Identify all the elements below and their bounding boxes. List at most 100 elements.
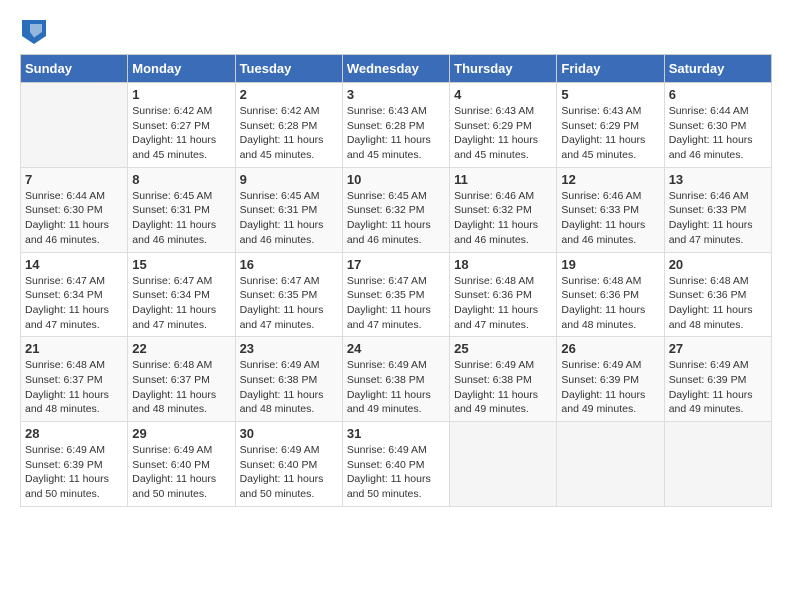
day-info: Sunrise: 6:49 AMSunset: 6:39 PMDaylight:… xyxy=(669,358,767,417)
day-info: Sunrise: 6:49 AMSunset: 6:38 PMDaylight:… xyxy=(454,358,552,417)
day-number: 2 xyxy=(240,87,338,102)
calendar-cell: 3 Sunrise: 6:43 AMSunset: 6:28 PMDaylight… xyxy=(342,83,449,168)
calendar-cell: 17 Sunrise: 6:47 AMSunset: 6:35 PMDayligh… xyxy=(342,252,449,337)
day-info: Sunrise: 6:49 AMSunset: 6:38 PMDaylight:… xyxy=(347,358,445,417)
calendar-cell: 26 Sunrise: 6:49 AMSunset: 6:39 PMDayligh… xyxy=(557,337,664,422)
calendar-cell: 15 Sunrise: 6:47 AMSunset: 6:34 PMDayligh… xyxy=(128,252,235,337)
day-info: Sunrise: 6:49 AMSunset: 6:39 PMDaylight:… xyxy=(561,358,659,417)
calendar-cell: 13 Sunrise: 6:46 AMSunset: 6:33 PMDayligh… xyxy=(664,167,771,252)
day-number: 6 xyxy=(669,87,767,102)
day-number: 5 xyxy=(561,87,659,102)
logo-icon xyxy=(22,20,46,44)
day-number: 10 xyxy=(347,172,445,187)
day-info: Sunrise: 6:48 AMSunset: 6:36 PMDaylight:… xyxy=(454,274,552,333)
day-info: Sunrise: 6:45 AMSunset: 6:32 PMDaylight:… xyxy=(347,189,445,248)
day-number: 31 xyxy=(347,426,445,441)
calendar-cell: 5 Sunrise: 6:43 AMSunset: 6:29 PMDaylight… xyxy=(557,83,664,168)
day-number: 11 xyxy=(454,172,552,187)
calendar-header-row: SundayMondayTuesdayWednesdayThursdayFrid… xyxy=(21,55,772,83)
day-number: 8 xyxy=(132,172,230,187)
day-number: 29 xyxy=(132,426,230,441)
calendar-table: SundayMondayTuesdayWednesdayThursdayFrid… xyxy=(20,54,772,507)
calendar-cell: 28 Sunrise: 6:49 AMSunset: 6:39 PMDayligh… xyxy=(21,422,128,507)
day-number: 28 xyxy=(25,426,123,441)
day-info: Sunrise: 6:45 AMSunset: 6:31 PMDaylight:… xyxy=(240,189,338,248)
day-info: Sunrise: 6:43 AMSunset: 6:29 PMDaylight:… xyxy=(561,104,659,163)
calendar-cell: 4Sunrise: 6:43 AMSunset: 6:29 PMDaylight… xyxy=(450,83,557,168)
calendar-cell xyxy=(21,83,128,168)
day-number: 9 xyxy=(240,172,338,187)
calendar-cell: 6 Sunrise: 6:44 AMSunset: 6:30 PMDaylight… xyxy=(664,83,771,168)
page-header xyxy=(20,20,772,44)
calendar-cell: 24 Sunrise: 6:49 AMSunset: 6:38 PMDayligh… xyxy=(342,337,449,422)
calendar-week-row: 7Sunrise: 6:44 AMSunset: 6:30 PMDaylight… xyxy=(21,167,772,252)
calendar-cell: 16Sunrise: 6:47 AMSunset: 6:35 PMDayligh… xyxy=(235,252,342,337)
calendar-cell: 20 Sunrise: 6:48 AMSunset: 6:36 PMDayligh… xyxy=(664,252,771,337)
day-info: Sunrise: 6:46 AMSunset: 6:33 PMDaylight:… xyxy=(561,189,659,248)
calendar-cell: 18 Sunrise: 6:48 AMSunset: 6:36 PMDayligh… xyxy=(450,252,557,337)
calendar-cell: 27 Sunrise: 6:49 AMSunset: 6:39 PMDayligh… xyxy=(664,337,771,422)
day-number: 7 xyxy=(25,172,123,187)
calendar-cell xyxy=(557,422,664,507)
day-info: Sunrise: 6:47 AMSunset: 6:34 PMDaylight:… xyxy=(25,274,123,333)
day-info: Sunrise: 6:46 AMSunset: 6:32 PMDaylight:… xyxy=(454,189,552,248)
day-info: Sunrise: 6:47 AMSunset: 6:35 PMDaylight:… xyxy=(347,274,445,333)
calendar-cell xyxy=(450,422,557,507)
day-info: Sunrise: 6:42 AMSunset: 6:27 PMDaylight:… xyxy=(132,104,230,163)
logo xyxy=(20,20,46,44)
day-number: 30 xyxy=(240,426,338,441)
day-number: 25 xyxy=(454,341,552,356)
calendar-cell: 2 Sunrise: 6:42 AMSunset: 6:28 PMDaylight… xyxy=(235,83,342,168)
day-number: 27 xyxy=(669,341,767,356)
calendar-cell: 11 Sunrise: 6:46 AMSunset: 6:32 PMDayligh… xyxy=(450,167,557,252)
calendar-week-row: 1 Sunrise: 6:42 AMSunset: 6:27 PMDaylight… xyxy=(21,83,772,168)
day-number: 18 xyxy=(454,257,552,272)
header-monday: Monday xyxy=(128,55,235,83)
calendar-week-row: 28 Sunrise: 6:49 AMSunset: 6:39 PMDayligh… xyxy=(21,422,772,507)
day-number: 24 xyxy=(347,341,445,356)
day-number: 17 xyxy=(347,257,445,272)
calendar-cell: 14 Sunrise: 6:47 AMSunset: 6:34 PMDayligh… xyxy=(21,252,128,337)
day-number: 23 xyxy=(240,341,338,356)
day-number: 14 xyxy=(25,257,123,272)
day-info: Sunrise: 6:47 AMSunset: 6:34 PMDaylight:… xyxy=(132,274,230,333)
calendar-cell: 8 Sunrise: 6:45 AMSunset: 6:31 PMDaylight… xyxy=(128,167,235,252)
calendar-cell: 23 Sunrise: 6:49 AMSunset: 6:38 PMDayligh… xyxy=(235,337,342,422)
day-info: Sunrise: 6:44 AMSunset: 6:30 PMDaylight:… xyxy=(669,104,767,163)
calendar-cell: 19Sunrise: 6:48 AMSunset: 6:36 PMDayligh… xyxy=(557,252,664,337)
day-info: Sunrise: 6:48 AMSunset: 6:37 PMDaylight:… xyxy=(25,358,123,417)
calendar-cell: 31Sunrise: 6:49 AMSunset: 6:40 PMDayligh… xyxy=(342,422,449,507)
day-info: Sunrise: 6:47 AMSunset: 6:35 PMDaylight:… xyxy=(240,274,338,333)
day-number: 13 xyxy=(669,172,767,187)
day-info: Sunrise: 6:42 AMSunset: 6:28 PMDaylight:… xyxy=(240,104,338,163)
calendar-week-row: 21Sunrise: 6:48 AMSunset: 6:37 PMDayligh… xyxy=(21,337,772,422)
day-info: Sunrise: 6:45 AMSunset: 6:31 PMDaylight:… xyxy=(132,189,230,248)
day-number: 4 xyxy=(454,87,552,102)
day-info: Sunrise: 6:49 AMSunset: 6:39 PMDaylight:… xyxy=(25,443,123,502)
day-number: 15 xyxy=(132,257,230,272)
day-number: 20 xyxy=(669,257,767,272)
calendar-cell: 21Sunrise: 6:48 AMSunset: 6:37 PMDayligh… xyxy=(21,337,128,422)
day-info: Sunrise: 6:48 AMSunset: 6:36 PMDaylight:… xyxy=(669,274,767,333)
day-info: Sunrise: 6:49 AMSunset: 6:40 PMDaylight:… xyxy=(240,443,338,502)
day-info: Sunrise: 6:49 AMSunset: 6:40 PMDaylight:… xyxy=(132,443,230,502)
day-number: 26 xyxy=(561,341,659,356)
day-number: 3 xyxy=(347,87,445,102)
day-number: 19 xyxy=(561,257,659,272)
calendar-week-row: 14 Sunrise: 6:47 AMSunset: 6:34 PMDayligh… xyxy=(21,252,772,337)
calendar-cell: 30 Sunrise: 6:49 AMSunset: 6:40 PMDayligh… xyxy=(235,422,342,507)
day-info: Sunrise: 6:43 AMSunset: 6:28 PMDaylight:… xyxy=(347,104,445,163)
header-saturday: Saturday xyxy=(664,55,771,83)
day-number: 1 xyxy=(132,87,230,102)
calendar-cell: 29 Sunrise: 6:49 AMSunset: 6:40 PMDayligh… xyxy=(128,422,235,507)
calendar-cell: 1 Sunrise: 6:42 AMSunset: 6:27 PMDaylight… xyxy=(128,83,235,168)
day-info: Sunrise: 6:46 AMSunset: 6:33 PMDaylight:… xyxy=(669,189,767,248)
header-wednesday: Wednesday xyxy=(342,55,449,83)
calendar-cell: 25 Sunrise: 6:49 AMSunset: 6:38 PMDayligh… xyxy=(450,337,557,422)
day-number: 22 xyxy=(132,341,230,356)
day-number: 12 xyxy=(561,172,659,187)
day-info: Sunrise: 6:49 AMSunset: 6:38 PMDaylight:… xyxy=(240,358,338,417)
header-thursday: Thursday xyxy=(450,55,557,83)
header-sunday: Sunday xyxy=(21,55,128,83)
calendar-cell: 10 Sunrise: 6:45 AMSunset: 6:32 PMDayligh… xyxy=(342,167,449,252)
